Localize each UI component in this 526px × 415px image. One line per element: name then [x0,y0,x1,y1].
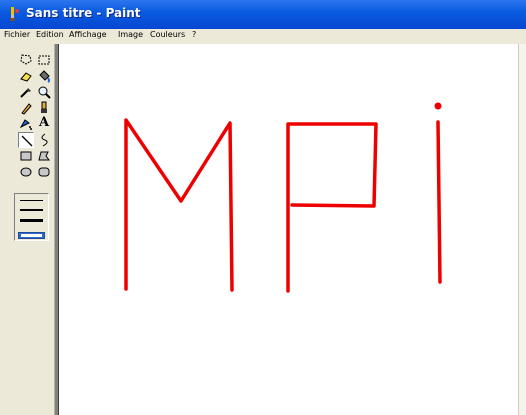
ellipse-icon[interactable] [18,164,34,180]
rectangle-icon[interactable] [18,148,34,164]
menu-affichage[interactable]: Affichage [69,30,107,39]
window-title: Sans titre - Paint [26,6,141,20]
menu-couleurs[interactable]: Couleurs [150,30,185,39]
polygon-icon[interactable] [36,148,52,164]
color-picker-icon[interactable] [18,84,34,100]
rounded-rect-icon[interactable] [36,164,52,180]
dot-letter-i [434,102,442,110]
magnifier-icon[interactable] [36,84,52,100]
pencil-icon[interactable] [18,100,34,116]
paint-palette-icon[interactable] [6,6,22,22]
drawing-strokes [124,102,442,293]
menu-help[interactable]: ? [192,30,196,39]
free-form-select-icon[interactable] [18,52,34,68]
title-bar[interactable]: Sans titre - Paint [0,0,526,29]
line-width-1[interactable] [20,200,43,201]
line-width-4-selected[interactable] [18,232,45,239]
text-icon[interactable]: A [36,115,52,132]
menu-bar: Fichier Edition Affichage Image Couleurs… [0,29,526,44]
line-width-3[interactable] [20,219,43,222]
fill-bucket-icon[interactable] [36,68,52,84]
workspace [55,44,526,415]
menu-edition[interactable]: Edition [36,30,64,39]
curve-icon[interactable] [36,132,52,148]
eraser-icon[interactable] [18,68,34,84]
drawing-canvas[interactable] [58,44,519,415]
rect-select-icon[interactable] [36,52,52,68]
stroke-letter-p [286,122,378,293]
line-width-2[interactable] [20,209,43,211]
stroke-letter-m [124,118,234,292]
line-width-selector [14,193,49,241]
toolbox: A [0,44,55,415]
text-tool-label: A [39,115,50,130]
airbrush-icon[interactable] [18,116,34,132]
menu-image[interactable]: Image [118,30,143,39]
vertical-scrollbar[interactable] [518,44,526,415]
menu-fichier[interactable]: Fichier [4,30,30,39]
stroke-letter-i [436,120,442,284]
line-icon[interactable] [18,132,34,148]
brush-icon[interactable] [36,100,52,116]
